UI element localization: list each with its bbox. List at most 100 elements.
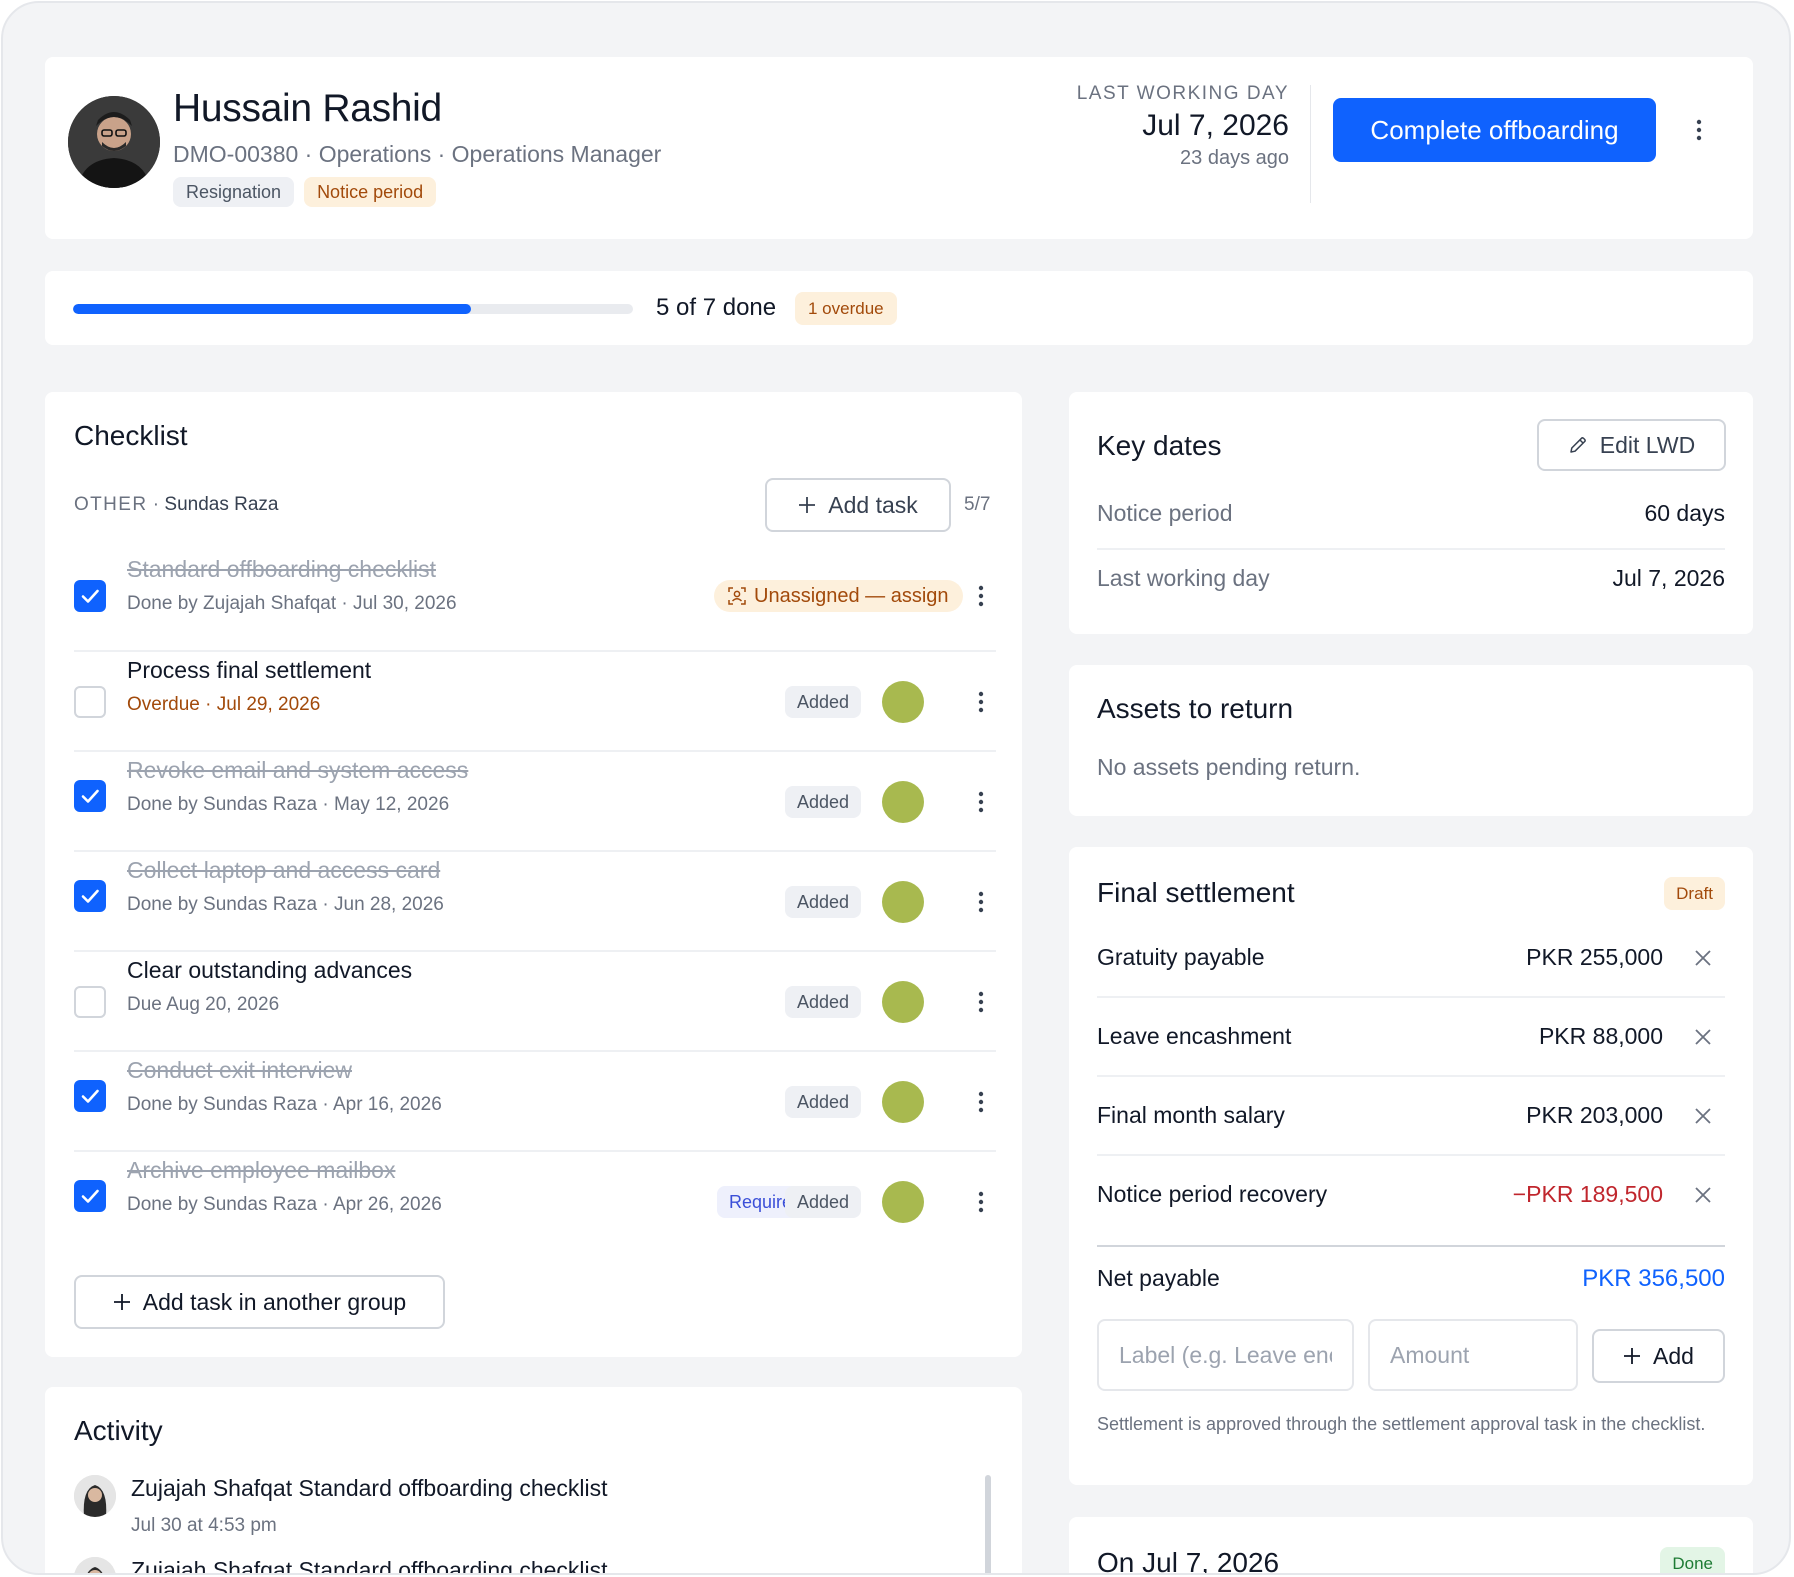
assignee-avatar[interactable] xyxy=(882,1081,924,1123)
task-subtitle: Overdue · Jul 29, 2026 xyxy=(127,694,321,715)
group-name: OTHER xyxy=(74,494,148,515)
task-row[interactable]: Conduct exit interview Done by Sundas Ra… xyxy=(74,1052,996,1152)
row-divider xyxy=(1097,548,1725,550)
task-menu-icon[interactable] xyxy=(967,1088,995,1116)
timeline-title: On Jul 7, 2026 xyxy=(1097,1547,1280,1575)
activity-avatar xyxy=(74,1475,116,1517)
settlement-line-label: Gratuity payable xyxy=(1097,944,1265,970)
lwd-date: Jul 7, 2026 xyxy=(1142,109,1289,142)
row-divider xyxy=(1097,1154,1725,1156)
task-checkbox[interactable] xyxy=(74,880,106,912)
activity-actor: Zujajah Shafqat xyxy=(131,1557,293,1575)
check-icon xyxy=(81,589,99,603)
checklist-card: Checklist OTHER · Sundas Raza Add task 5… xyxy=(45,392,1022,1357)
line-amount-input[interactable] xyxy=(1368,1319,1578,1391)
task-menu-icon[interactable] xyxy=(967,688,995,716)
complete-offboarding-button[interactable]: Complete offboarding xyxy=(1333,98,1656,162)
employee-name: Hussain Rashid xyxy=(173,87,442,130)
assignee-avatar[interactable] xyxy=(882,881,924,923)
last-working-day-summary: LAST WORKING DAY Jul 7, 2026 23 days ago xyxy=(1077,83,1289,170)
add-line-button[interactable]: Add xyxy=(1592,1329,1725,1383)
task-checkbox[interactable] xyxy=(74,580,106,612)
group-label: OTHER · Sundas Raza xyxy=(74,494,279,515)
task-title: Conduct exit interview xyxy=(127,1057,352,1083)
plus-icon xyxy=(113,1294,130,1310)
check-icon xyxy=(81,1089,99,1103)
pencil-icon xyxy=(1570,437,1586,453)
task-menu-icon[interactable] xyxy=(967,1188,995,1216)
overdue-badge: 1 overdue xyxy=(795,292,897,325)
remove-line-icon[interactable] xyxy=(1691,1183,1715,1207)
task-checkbox[interactable] xyxy=(74,1180,106,1212)
add-task-button[interactable]: Add task xyxy=(765,478,951,532)
settlement-line-amount: PKR 255,000 xyxy=(1526,944,1663,970)
activity-card: Activity Zujajah Shafqat Standard offboa… xyxy=(45,1387,1022,1575)
key-date-label: Last working day xyxy=(1097,565,1270,591)
tag-notice-period: Notice period xyxy=(304,177,437,207)
activity-scrollbar[interactable] xyxy=(985,1475,991,1573)
task-checkbox[interactable] xyxy=(74,686,106,718)
key-dates-card: Key dates Edit LWD Notice period 60 days… xyxy=(1069,392,1753,634)
task-row[interactable]: Clear outstanding advances Due Aug 20, 2… xyxy=(74,952,996,1052)
remove-line-icon[interactable] xyxy=(1691,1104,1715,1128)
added-badge: Added xyxy=(785,786,862,818)
task-menu-icon[interactable] xyxy=(967,988,995,1016)
more-options-icon[interactable] xyxy=(1685,116,1713,144)
settlement-note: Settlement is approved through the settl… xyxy=(1097,1414,1706,1434)
task-menu-icon[interactable] xyxy=(967,582,995,610)
task-row[interactable]: Standard offboarding checklist Done by Z… xyxy=(74,552,996,652)
assign-label: Unassigned — assign xyxy=(754,584,949,607)
header-divider xyxy=(1310,85,1311,203)
settlement-line: Final month salary PKR 203,000 xyxy=(1097,1078,1725,1156)
activity-time: Jul 30 at 4:53 pm xyxy=(131,1515,277,1536)
final-settlement-card: Final settlement Draft Gratuity payable … xyxy=(1069,847,1753,1485)
task-row[interactable]: Archive employee mailbox Done by Sundas … xyxy=(74,1152,996,1252)
task-subtitle: Done by Sundas Raza · Apr 26, 2026 xyxy=(127,1194,442,1215)
net-payable-amount: PKR 356,500 xyxy=(1582,1265,1725,1292)
assignee-avatar[interactable] xyxy=(882,981,924,1023)
settlement-line-amount: PKR 203,000 xyxy=(1526,1102,1663,1128)
lwd-relative: 23 days ago xyxy=(1180,147,1289,169)
line-label-input[interactable] xyxy=(1097,1319,1354,1391)
add-task-in-another-group-button[interactable]: Add task in another group xyxy=(74,1275,445,1329)
key-date-value: 60 days xyxy=(1644,500,1725,526)
settlement-line: Notice period recovery −PKR 189,500 xyxy=(1097,1157,1725,1235)
assignee-avatar[interactable] xyxy=(882,781,924,823)
added-badge: Added xyxy=(785,1186,862,1218)
lwd-label: LAST WORKING DAY xyxy=(1076,83,1289,104)
remove-line-icon[interactable] xyxy=(1691,946,1715,970)
remove-line-icon[interactable] xyxy=(1691,1025,1715,1049)
task-subtitle: Done by Zujajah Shafqat · Jul 30, 2026 xyxy=(127,593,457,614)
employee-header: Hussain Rashid DMO-00380 · Operations · … xyxy=(45,57,1753,239)
task-row[interactable]: Revoke email and system access Done by S… xyxy=(74,752,996,852)
employee-meta: DMO-00380 · Operations · Operations Mana… xyxy=(173,141,662,167)
assignee-avatar[interactable] xyxy=(882,681,924,723)
assets-empty-state: No assets pending return. xyxy=(1097,754,1361,780)
task-subtitle: Done by Sundas Raza · Apr 16, 2026 xyxy=(127,1094,442,1115)
progress-card: 5 of 7 done 1 overdue xyxy=(45,271,1753,345)
check-icon xyxy=(81,1189,99,1203)
check-icon xyxy=(81,889,99,903)
group-owner: Sundas Raza xyxy=(164,494,279,515)
progress-bar xyxy=(73,304,633,314)
task-subtitle: Done by Sundas Raza · May 12, 2026 xyxy=(127,794,450,815)
assignee-avatar[interactable] xyxy=(882,1181,924,1223)
key-date-row: Notice period 60 days xyxy=(1097,486,1725,550)
task-menu-icon[interactable] xyxy=(967,888,995,916)
edit-lwd-button[interactable]: Edit LWD xyxy=(1537,419,1726,471)
added-badge: Added xyxy=(785,686,862,718)
task-checkbox[interactable] xyxy=(74,780,106,812)
task-checkbox[interactable] xyxy=(74,986,106,1018)
settlement-line: Leave encashment PKR 88,000 xyxy=(1097,999,1725,1077)
task-checkbox[interactable] xyxy=(74,1080,106,1112)
settlement-line: Gratuity payable PKR 255,000 xyxy=(1097,920,1725,998)
row-divider xyxy=(1097,1075,1725,1077)
task-menu-icon[interactable] xyxy=(967,788,995,816)
task-row[interactable]: Collect laptop and access card Done by S… xyxy=(74,852,996,952)
plus-icon xyxy=(1624,1348,1641,1364)
added-badge: Added xyxy=(785,1086,862,1118)
task-title: Collect laptop and access card xyxy=(127,857,441,883)
task-row[interactable]: Process final settlement Overdue · Jul 2… xyxy=(74,652,996,752)
assign-owner-badge[interactable]: Unassigned — assign xyxy=(714,580,963,612)
settlement-line-amount: PKR 88,000 xyxy=(1538,1023,1663,1049)
